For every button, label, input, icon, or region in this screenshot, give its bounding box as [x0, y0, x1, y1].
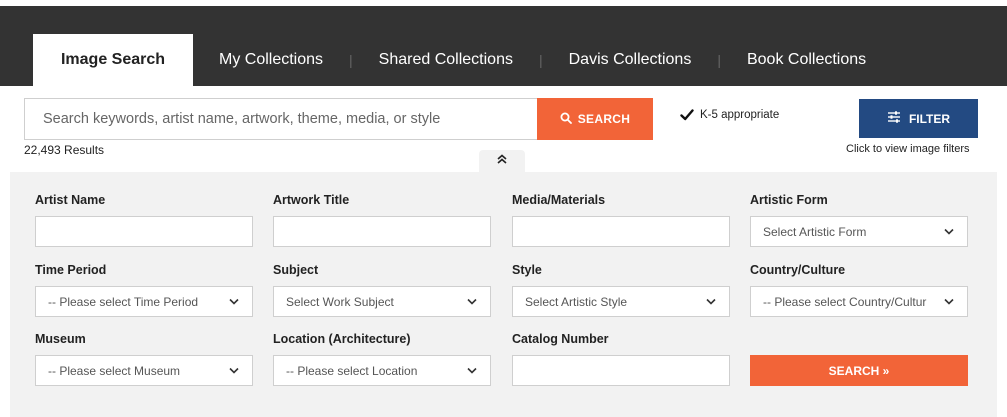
chevron-down-icon — [705, 296, 717, 308]
artistic-form-value: Select Artistic Form — [763, 224, 867, 239]
tab-separator: | — [538, 52, 543, 68]
catalog-number-input[interactable] — [512, 355, 730, 386]
style-label: Style — [512, 263, 542, 277]
k5-filter: K-5 appropriate — [680, 108, 779, 122]
collapse-filters-toggle[interactable] — [479, 150, 525, 172]
tab-separator: | — [349, 52, 353, 68]
style-select[interactable]: Select Artistic Style — [512, 286, 730, 317]
filter-button[interactable]: FILTER — [859, 99, 978, 138]
filter-hint: Click to view image filters — [846, 143, 970, 155]
search-button[interactable]: SEARCH — [537, 98, 653, 140]
subject-label: Subject — [273, 263, 319, 277]
chevron-down-icon — [943, 296, 955, 308]
main-navbar: Image Search My Collections | Shared Col… — [0, 6, 1007, 86]
top-bar: Image Search My Collections | Shared Col… — [0, 0, 1007, 86]
results-count: 22,493 Results — [24, 143, 105, 157]
tab-separator: | — [717, 52, 721, 68]
subject-select[interactable]: Select Work Subject — [273, 286, 491, 317]
time-period-value: -- Please select Time Period — [48, 294, 199, 309]
k5-label[interactable]: K-5 appropriate — [700, 109, 779, 121]
artist-name-input[interactable] — [35, 216, 253, 247]
search-button-label: SEARCH — [577, 112, 631, 126]
country-culture-value: -- Please select Country/Cultur — [763, 294, 927, 309]
artistic-form-select[interactable]: Select Artistic Form — [750, 216, 968, 247]
chevron-down-icon — [228, 365, 240, 377]
artistic-form-label: Artistic Form — [750, 193, 828, 207]
catalog-number-label: Catalog Number — [512, 332, 609, 346]
country-culture-select[interactable]: -- Please select Country/Cultur — [750, 286, 968, 317]
location-label: Location (Architecture) — [273, 332, 411, 346]
sliders-icon — [887, 111, 901, 126]
chevron-down-icon — [466, 365, 478, 377]
museum-label: Museum — [35, 332, 86, 346]
media-materials-input[interactable] — [512, 216, 730, 247]
subject-value: Select Work Subject — [286, 294, 394, 309]
museum-value: -- Please select Museum — [48, 363, 181, 378]
keyword-search-input[interactable] — [24, 98, 537, 140]
museum-select[interactable]: -- Please select Museum — [35, 355, 253, 386]
checkmark-icon[interactable] — [680, 108, 694, 122]
country-culture-label: Country/Culture — [750, 263, 846, 277]
chevron-down-icon — [466, 296, 478, 308]
style-value: Select Artistic Style — [525, 294, 628, 309]
location-select[interactable]: -- Please select Location — [273, 355, 491, 386]
media-materials-label: Media/Materials — [512, 193, 606, 207]
location-value: -- Please select Location — [286, 363, 418, 378]
nav-tabs: Image Search My Collections | Shared Col… — [33, 34, 866, 86]
magnifier-icon — [560, 112, 572, 127]
chevron-down-icon — [228, 296, 240, 308]
filter-search-label: SEARCH » — [828, 363, 890, 378]
tab-book-collections[interactable]: Book Collections — [747, 34, 866, 86]
time-period-label: Time Period — [35, 263, 107, 277]
tab-image-search[interactable]: Image Search — [33, 34, 193, 86]
filter-button-label: FILTER — [908, 111, 951, 126]
tab-shared-collections[interactable]: Shared Collections — [379, 34, 513, 86]
double-chevron-up-icon — [496, 152, 508, 170]
filter-search-button[interactable]: SEARCH » — [750, 355, 968, 386]
chevron-down-icon — [943, 226, 955, 238]
time-period-select[interactable]: -- Please select Time Period — [35, 286, 253, 317]
artwork-title-label: Artwork Title — [273, 193, 350, 207]
artist-name-label: Artist Name — [35, 193, 106, 207]
tab-davis-collections[interactable]: Davis Collections — [569, 34, 692, 86]
artwork-title-input[interactable] — [273, 216, 491, 247]
tab-my-collections[interactable]: My Collections — [219, 34, 323, 86]
